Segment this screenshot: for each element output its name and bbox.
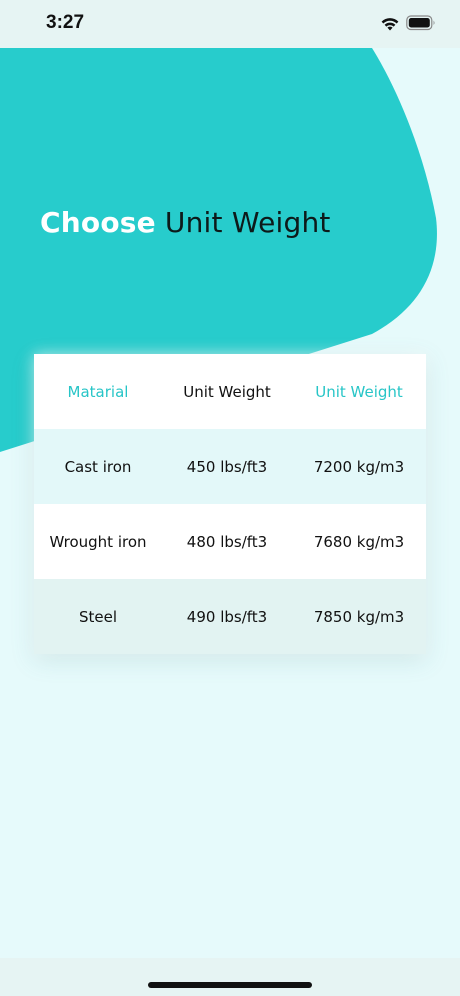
status-bar: 3:27 <box>0 0 460 48</box>
status-time: 3:27 <box>46 12 85 33</box>
table-row[interactable]: Cast iron 450 lbs/ft3 7200 kg/m3 <box>34 429 426 504</box>
material-name: Wrought iron <box>49 532 147 551</box>
material-name: Cast iron <box>64 457 132 476</box>
weight-imperial: 450 lbs/ft3 <box>186 457 268 476</box>
unit-weight-table: Matarial Unit Weight Unit Weight Cast ir… <box>34 354 426 654</box>
header-unit-weight-imperial: Unit Weight <box>183 382 271 401</box>
header-unit-weight-metric: Unit Weight <box>315 382 403 401</box>
page-title-unit-weight: Unit Weight <box>164 206 331 239</box>
weight-metric: 7200 kg/m3 <box>313 457 405 476</box>
wifi-icon <box>381 18 399 31</box>
header-material: Matarial <box>67 382 129 401</box>
weight-imperial: 490 lbs/ft3 <box>186 607 268 626</box>
material-name: Steel <box>78 607 118 626</box>
weight-metric: 7850 kg/m3 <box>313 607 405 626</box>
table-header-row: Matarial Unit Weight Unit Weight <box>34 354 426 429</box>
table-row[interactable]: Wrought iron 480 lbs/ft3 7680 kg/m3 <box>34 504 426 579</box>
home-bar-area <box>0 958 460 996</box>
page-title-choose: Choose <box>40 206 156 239</box>
weight-imperial: 480 lbs/ft3 <box>186 532 268 551</box>
page-title: Choose Unit Weight <box>40 206 331 239</box>
table-row[interactable]: Steel 490 lbs/ft3 7850 kg/m3 <box>34 579 426 654</box>
weight-metric: 7680 kg/m3 <box>313 532 405 551</box>
battery-icon <box>406 15 435 31</box>
home-indicator[interactable] <box>148 982 312 988</box>
